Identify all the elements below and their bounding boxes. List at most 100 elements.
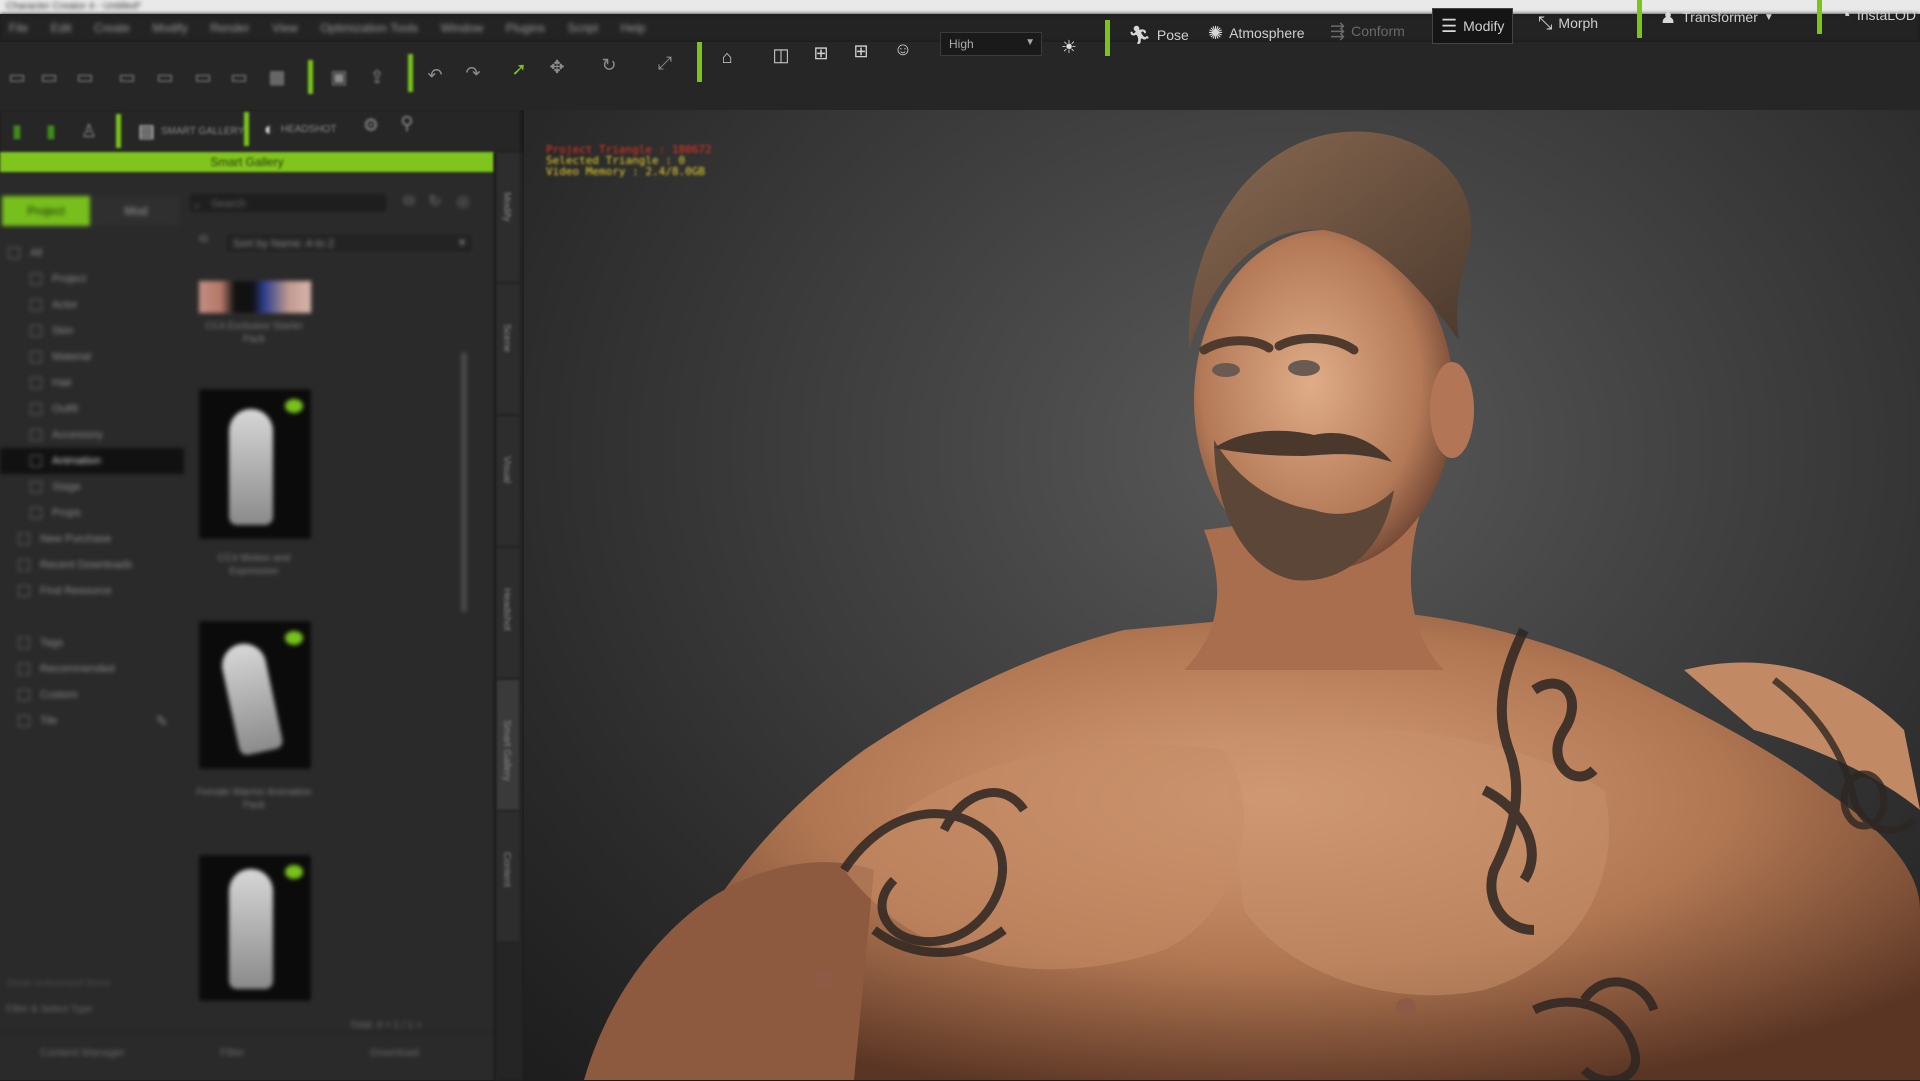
tree-item-tags[interactable]: Tags (0, 630, 184, 656)
menu-create[interactable]: Create (85, 14, 139, 35)
filter-select-type-checkbox[interactable]: Filter & Select Type (6, 1004, 93, 1015)
tree-item-outfit[interactable]: Outfit (0, 396, 184, 422)
move-icon[interactable]: ✥ (542, 52, 572, 82)
atmosphere-button[interactable]: ✺ Atmosphere (1200, 16, 1313, 50)
show-unlicensed-checkbox[interactable]: Show Unlicensed Items (6, 978, 111, 989)
undo-icon[interactable]: ↶ (420, 60, 450, 90)
help-icon[interactable]: ◎ (452, 192, 474, 214)
instalod-icon: ◔ (1840, 4, 1851, 25)
tree-item-actor[interactable]: Actor (0, 292, 184, 318)
tag-icon (18, 637, 30, 649)
lock-icon[interactable]: ▣ (324, 62, 354, 92)
light-icon[interactable]: ☀ (1054, 32, 1084, 62)
pin-icon[interactable]: ⚲ (392, 108, 422, 138)
fit-view-icon[interactable]: ◫ (766, 40, 796, 70)
smart-gallery-button[interactable]: ▤ SMART GALLERY (130, 114, 252, 148)
vtab-modify[interactable]: Modify (497, 152, 519, 283)
menu-script[interactable]: Script (559, 14, 608, 35)
instalod-button[interactable]: ◔ InstaLOD (1832, 0, 1920, 32)
3d-viewport[interactable]: Project Triangle : 180672 Selected Trian… (524, 110, 1920, 1080)
gallery-item-motion-expression[interactable] (198, 388, 312, 540)
tree-item-recent-downloads[interactable]: Recent Downloads (0, 552, 184, 578)
tree-item-project[interactable]: Project (0, 266, 184, 292)
tree-item-stage[interactable]: Stage (0, 474, 184, 500)
menu-modify[interactable]: Modify (143, 14, 196, 35)
menu-optimization[interactable]: Optimization Tools (311, 14, 427, 35)
tree-item-animation[interactable]: Animation (0, 448, 184, 474)
person-icon[interactable]: ♙ (74, 116, 104, 146)
import-icon[interactable]: ▭ (112, 62, 142, 92)
vtab-headshot[interactable]: Headshot (497, 548, 519, 679)
redo-icon[interactable]: ↷ (458, 58, 488, 88)
open-file-icon[interactable]: ▭ (34, 62, 64, 92)
vtab-content[interactable]: Content (497, 812, 519, 943)
gallery-item-starter-pack[interactable] (198, 280, 312, 314)
tree-item-tile[interactable]: Tile ✎ (0, 708, 184, 734)
vtab-smart-gallery[interactable]: Smart Gallery (497, 680, 519, 811)
badge-icon (285, 399, 303, 413)
tree-item-hair[interactable]: Hair (0, 370, 184, 396)
menu-help[interactable]: Help (612, 14, 655, 35)
headshot-button[interactable]: ◐ HEADSHOT (256, 112, 344, 146)
filter-select-type-label: Filter & Select Type (6, 1004, 93, 1015)
morph-button[interactable]: ⤡ Morph (1530, 6, 1606, 40)
character-model[interactable] (524, 110, 1920, 1080)
tree-item-skin[interactable]: Skin (0, 318, 184, 344)
rotate-icon[interactable]: ↻ (594, 50, 624, 80)
vtab-scene[interactable]: Scene (497, 284, 519, 415)
back-icon[interactable]: ⟲ (192, 232, 214, 254)
filter-icon[interactable]: ⧉ (398, 192, 420, 214)
render-quality-select[interactable]: High ▼ (940, 32, 1042, 56)
gallery-item-male-warrior[interactable] (198, 854, 312, 1002)
export-fbx-icon[interactable]: ▭ (188, 62, 218, 92)
conform-button[interactable]: ⇶ Conform (1322, 14, 1413, 48)
select-arrow-icon[interactable]: ➚ (504, 54, 534, 84)
settings-gear-icon[interactable]: ⚙ (356, 110, 386, 140)
upload-icon[interactable]: ⇪ (362, 62, 392, 92)
sort-dropdown[interactable]: Sort by Name: A to Z ▼ (224, 232, 474, 254)
tree-item-label: Custom (40, 689, 78, 701)
quad-view-icon[interactable]: ⊞ (846, 36, 876, 66)
download-button[interactable]: Download (370, 1047, 419, 1059)
grid-view-icon[interactable]: ⊞ (806, 38, 836, 68)
face-icon[interactable]: ☺ (888, 34, 918, 64)
gallery-scrollbar[interactable] (461, 352, 467, 612)
tree-item-find-resource[interactable]: Find Resource (0, 578, 184, 604)
tree-item-new-purchase[interactable]: New Purchase (0, 526, 184, 552)
tree-item-all[interactable]: All (0, 240, 184, 266)
gallery-item-female-warrior[interactable] (198, 620, 312, 770)
batch-icon[interactable]: ▦ (262, 62, 292, 92)
menu-file[interactable]: File (0, 14, 37, 35)
body-2-icon[interactable]: ▮ (36, 116, 66, 146)
menu-plugins[interactable]: Plugins (497, 14, 554, 35)
tree-item-custom[interactable]: Custom (0, 682, 184, 708)
send-icon[interactable]: ▭ (224, 62, 254, 92)
home-camera-icon[interactable]: ⌂ (712, 42, 742, 72)
modify-button[interactable]: ☰ Modify (1432, 8, 1514, 44)
search-input[interactable]: ⌕ Search (188, 192, 388, 214)
smart-gallery-label: SMART GALLERY (161, 125, 245, 137)
vtab-visual[interactable]: Visual (497, 416, 519, 547)
transformer-button[interactable]: ♟ Transformer ▼ (1652, 0, 1782, 34)
pager[interactable]: Total: 4 < 1 / 1 > (350, 1020, 422, 1031)
tree-item-material[interactable]: Material (0, 344, 184, 370)
tree-item-props[interactable]: Props (0, 500, 184, 526)
menu-window[interactable]: Window (432, 14, 493, 35)
content-manager-button[interactable]: Content Manager (40, 1047, 125, 1059)
tree-item-accessory[interactable]: Accessory (0, 422, 184, 448)
menu-edit[interactable]: Edit (42, 14, 81, 35)
tab-mod[interactable]: Mod (92, 196, 180, 226)
menu-render[interactable]: Render (201, 14, 258, 35)
menu-view[interactable]: View (263, 14, 307, 35)
body-icon[interactable]: ▮ (2, 116, 32, 146)
tree-item-recommended[interactable]: Recommended (0, 656, 184, 682)
edit-pencil-icon[interactable]: ✎ (156, 713, 168, 730)
new-file-icon[interactable]: ▭ (2, 62, 32, 92)
export-icon[interactable]: ▭ (150, 62, 180, 92)
pose-button[interactable]: 🏃︎ Pose (1120, 18, 1197, 52)
filter-button[interactable]: Filter (220, 1047, 244, 1059)
refresh-icon[interactable]: ↻ (424, 192, 446, 214)
scale-icon[interactable]: ⤢ (650, 48, 680, 78)
save-icon[interactable]: ▭ (70, 62, 100, 92)
tab-project[interactable]: Project (2, 196, 90, 226)
